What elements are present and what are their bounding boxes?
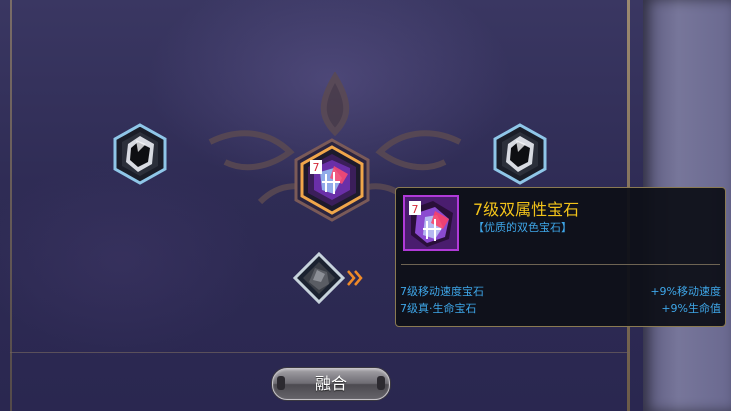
double-chevron-right-icon [347,270,363,286]
button-left-cap [277,376,285,390]
left-frame-line [10,0,12,411]
tooltip-stat-row: 7级真·生命宝石 +9%生命值 [400,300,721,315]
dark-crystal-icon [113,123,167,185]
material-gem-slot[interactable] [293,252,349,304]
tooltip-subtitle: 【优质的双色宝石】 [473,221,572,234]
dark-crystal-icon [493,123,547,185]
right-input-gem-slot[interactable] [488,122,552,186]
center-result-gem-slot[interactable]: 7 [290,138,374,222]
stat-label: 7级真·生命宝石 [400,302,477,315]
left-input-gem-slot[interactable] [108,122,172,186]
tooltip-title: 7级双属性宝石 [473,200,580,219]
fuse-button-label: 融合 [314,374,347,393]
dual-attribute-gem-icon: 7 [294,138,370,222]
svg-text:7: 7 [412,203,419,216]
dark-ore-icon [293,252,346,304]
bottom-frame-line [10,352,630,353]
tooltip-stat-row: 7级移动速度宝石 +9%移动速度 [400,283,721,298]
stat-value: +9%移动速度 [650,285,721,298]
level-badge: 7 [412,203,419,216]
tooltip-divider [401,264,720,265]
svg-text:7: 7 [313,161,320,174]
stat-value: +9%生命值 [661,302,721,315]
stat-label: 7级移动速度宝石 [400,285,484,298]
button-right-cap [377,376,385,390]
fuse-button[interactable]: 融合 [272,368,390,400]
item-tooltip: 7 7级双属性宝石 【优质的双色宝石】 7级移动速度宝石 +9%移动速度 7级真… [395,187,726,327]
